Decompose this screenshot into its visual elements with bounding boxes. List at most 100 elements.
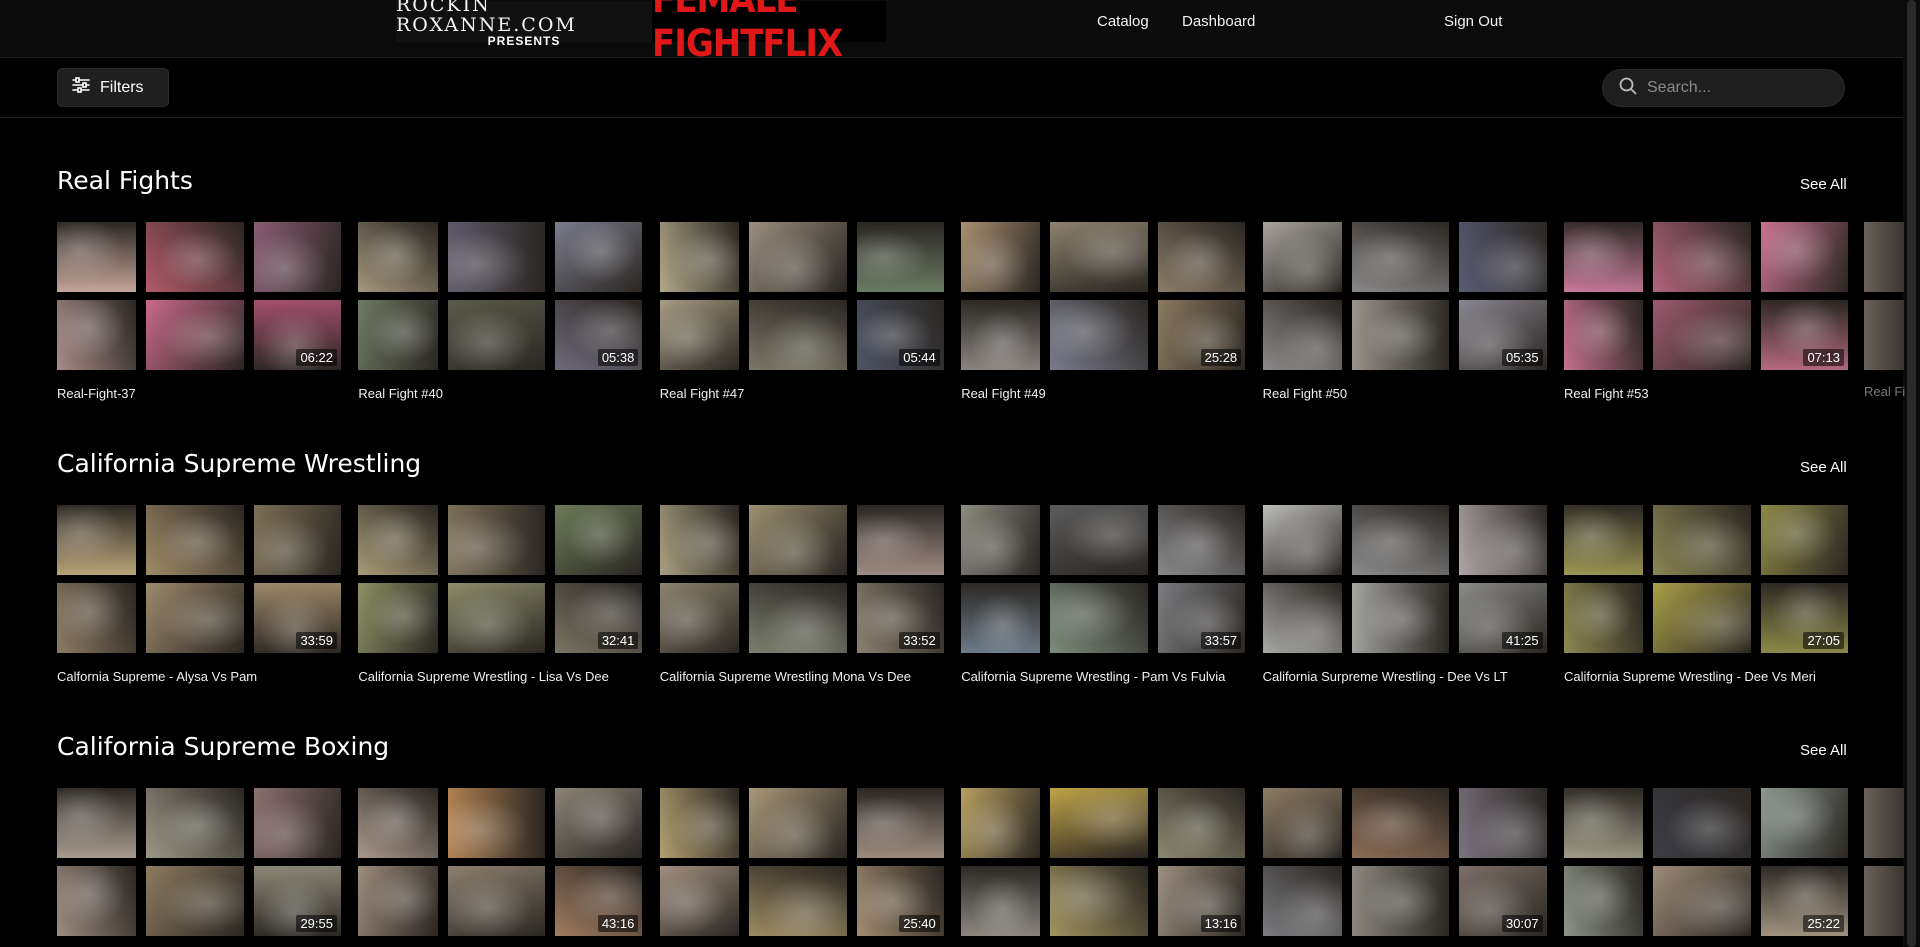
video-card[interactable]: 29:55 <box>57 788 342 947</box>
video-card[interactable]: 05:44 Real Fight #47 <box>659 222 945 412</box>
video-thumbnail <box>555 788 643 858</box>
video-card[interactable]: 43:16 <box>358 788 643 947</box>
see-all-link[interactable]: See All <box>1800 176 1847 193</box>
video-card[interactable]: 05:35 Real Fight #50 <box>1262 222 1548 412</box>
see-all-link[interactable]: See All <box>1800 742 1847 759</box>
section-california-supreme-wrestling: California Supreme Wrestling See All 33:… <box>0 449 1903 689</box>
video-title[interactable]: California Supreme Wrestling - Lisa Vs D… <box>358 669 608 684</box>
duration-badge: 29:55 <box>296 915 337 932</box>
video-thumbnail <box>57 505 137 575</box>
video-thumbnail <box>1864 866 1904 936</box>
video-thumbnail <box>659 300 739 370</box>
video-thumbnail <box>358 505 438 575</box>
duration-badge: 43:16 <box>597 915 639 932</box>
video-thumbnail: 33:52 <box>856 583 944 653</box>
video-thumbnail <box>1262 222 1342 292</box>
video-thumbnail <box>1760 505 1848 575</box>
video-card[interactable]: 13:16 <box>961 788 1246 947</box>
video-thumbnail <box>447 300 546 370</box>
video-thumbnail <box>1351 505 1450 575</box>
video-thumbnail <box>961 866 1041 936</box>
video-thumbnail <box>748 583 847 653</box>
nav-sign-out[interactable]: Sign Out <box>1444 13 1502 30</box>
video-thumbnail <box>57 788 137 858</box>
video-title[interactable]: Calfornia Supreme - Alysa Vs Pam <box>57 669 257 684</box>
video-thumbnail <box>659 222 739 292</box>
filters-label: Filters <box>100 78 144 96</box>
see-all-link[interactable]: See All <box>1800 459 1847 476</box>
video-thumbnail <box>748 300 847 370</box>
duration-badge: 05:44 <box>899 349 940 366</box>
video-thumbnail <box>856 505 944 575</box>
video-card[interactable]: 05:38 Real Fight #40 <box>358 222 643 412</box>
page-scrollbar[interactable] <box>1903 0 1920 947</box>
video-thumbnail <box>961 505 1041 575</box>
nav-dashboard[interactable]: Dashboard <box>1182 13 1255 30</box>
video-title[interactable]: Real Fight #49 <box>961 386 1046 401</box>
video-title[interactable]: Real Fight #50 <box>1263 386 1348 401</box>
video-thumbnail <box>447 583 546 653</box>
filters-button[interactable]: Filters <box>57 68 169 107</box>
scrollbar-thumb[interactable] <box>1907 0 1916 947</box>
section-title: Real Fights <box>57 166 193 195</box>
video-title[interactable]: Real-Fight-37 <box>57 386 136 401</box>
video-title[interactable]: Real Fight #53 <box>1564 386 1649 401</box>
video-card[interactable]: 33:59 Calfornia Supreme - Alysa Vs Pam <box>57 505 342 695</box>
section-title: California Supreme Wrestling <box>57 449 422 478</box>
search-box[interactable] <box>1602 69 1845 107</box>
video-thumbnail: 33:59 <box>253 583 341 653</box>
video-card[interactable]: 32:41 California Supreme Wrestling - Lisa… <box>358 505 643 695</box>
peek-card-title: Real Fi <box>1864 384 1906 399</box>
video-title[interactable]: California Supreme Wrestling Mona Vs Dee <box>660 669 911 684</box>
video-thumbnail: 33:57 <box>1158 583 1246 653</box>
video-thumbnail <box>961 583 1041 653</box>
video-thumbnail <box>146 583 244 653</box>
video-thumbnail: 29:55 <box>253 866 341 936</box>
video-thumbnail: 25:28 <box>1158 300 1246 370</box>
video-thumbnail <box>1653 866 1751 936</box>
duration-badge: 13:16 <box>1200 915 1242 932</box>
video-thumbnail <box>1564 788 1644 858</box>
video-thumbnail: 25:22 <box>1760 866 1848 936</box>
video-thumbnail: 06:22 <box>253 300 341 370</box>
logo-brand: FEMALE FIGHTFLIX <box>652 0 843 66</box>
video-thumbnail <box>659 505 739 575</box>
site-logo[interactable]: ROCKIN ROXANNE.COM PRESENTS FEMALE FIGHT… <box>396 0 886 66</box>
video-card[interactable]: 25:28 Real Fight #49 <box>961 222 1246 412</box>
video-thumbnail <box>748 222 847 292</box>
video-card[interactable]: 33:52 California Supreme Wrestling Mona V… <box>659 505 945 695</box>
video-thumbnail <box>1262 866 1342 936</box>
filter-bar: Filters <box>0 58 1903 118</box>
video-title[interactable]: California Supreme Wrestling - Dee Vs Me… <box>1564 669 1816 684</box>
video-title[interactable]: California Surpreme Wrestling - Dee Vs L… <box>1263 669 1508 684</box>
video-thumbnail <box>748 505 847 575</box>
video-card[interactable]: 27:05 California Supreme Wrestling - Dee … <box>1564 505 1849 695</box>
video-card[interactable]: 06:22 Real-Fight-37 <box>57 222 342 412</box>
video-card[interactable]: 25:22 <box>1564 788 1849 947</box>
video-card[interactable]: 25:40 <box>659 788 945 947</box>
video-title[interactable]: California Supreme Wrestling - Pam Vs Fu… <box>961 669 1225 684</box>
video-thumbnail <box>1653 788 1751 858</box>
video-title[interactable]: Real Fight #47 <box>660 386 745 401</box>
nav-catalog[interactable]: Catalog <box>1097 13 1149 30</box>
video-thumbnail <box>1158 505 1246 575</box>
video-thumbnail <box>1050 788 1149 858</box>
video-thumbnail <box>1459 505 1547 575</box>
video-card[interactable]: 33:57 California Supreme Wrestling - Pam … <box>961 505 1246 695</box>
video-thumbnail <box>659 866 739 936</box>
video-card[interactable]: 07:13 Real Fight #53 <box>1564 222 1849 412</box>
duration-badge: 05:38 <box>597 349 639 366</box>
sliders-icon <box>72 77 90 98</box>
video-thumbnail <box>1760 788 1848 858</box>
video-thumbnail <box>358 583 438 653</box>
video-card[interactable]: 41:25 California Surpreme Wrestling - Dee… <box>1262 505 1548 695</box>
video-thumbnail <box>146 788 244 858</box>
video-thumbnail <box>961 222 1041 292</box>
video-thumbnail <box>57 222 137 292</box>
video-thumbnail <box>856 222 944 292</box>
video-title[interactable]: Real Fight #40 <box>358 386 443 401</box>
search-input[interactable] <box>1647 79 1837 97</box>
video-thumbnail <box>1262 505 1342 575</box>
video-card[interactable]: 30:07 <box>1262 788 1548 947</box>
video-thumbnail <box>358 300 438 370</box>
